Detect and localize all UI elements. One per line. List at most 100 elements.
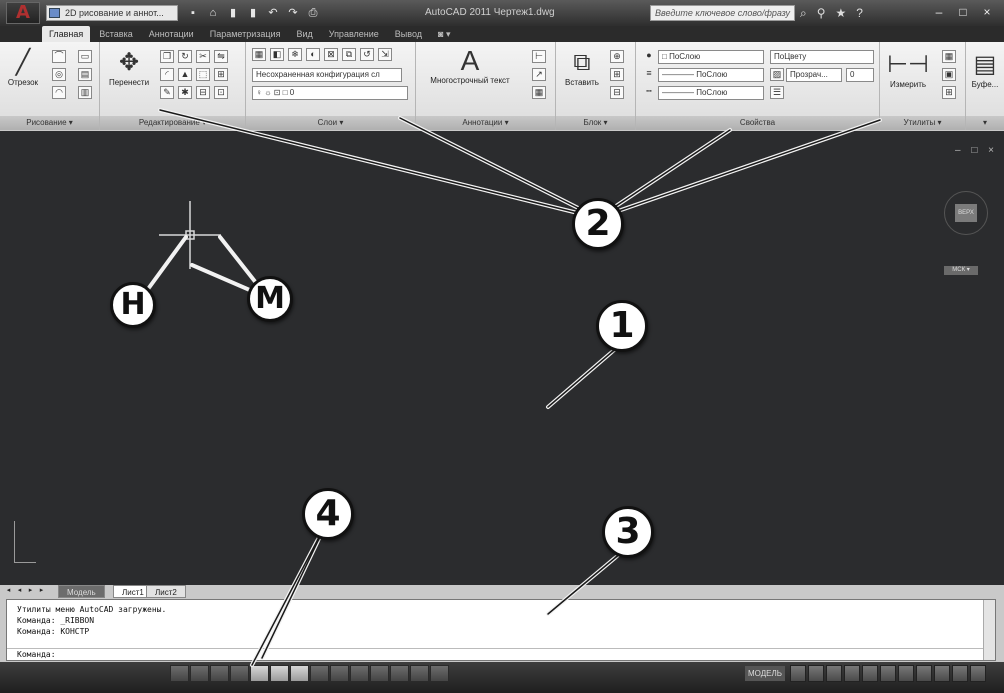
grid-toggle[interactable]	[210, 665, 229, 682]
polar-toggle[interactable]	[250, 665, 269, 682]
quick-view-layouts-icon[interactable]	[790, 665, 806, 682]
auto-scale-icon[interactable]	[862, 665, 878, 682]
match-properties-icon[interactable]: ●	[642, 50, 656, 63]
panel-clipboard-title[interactable]: ▾	[966, 116, 1004, 130]
id-point-icon[interactable]: ⊞	[942, 86, 956, 99]
clean-screen-icon[interactable]	[970, 665, 986, 682]
ucs-menu[interactable]: МСК ▾	[944, 266, 978, 275]
annotation-scale-icon[interactable]	[826, 665, 842, 682]
drawing-window-controls[interactable]: – □ ×	[955, 145, 998, 156]
offset-icon[interactable]: ⊟	[196, 86, 210, 99]
lineweight-select[interactable]: ———— ПоСлою	[658, 68, 764, 82]
hardware-acceleration-icon[interactable]	[916, 665, 932, 682]
extend-icon[interactable]: ⊡	[214, 86, 228, 99]
sc-toggle[interactable]	[430, 665, 449, 682]
tab-sheet2[interactable]: Лист2	[146, 585, 186, 598]
linetype-select[interactable]: ———— ПоСлою	[658, 86, 764, 100]
quick-select-icon[interactable]: ▦	[942, 50, 956, 63]
otrack-toggle[interactable]	[310, 665, 329, 682]
measure-button[interactable]: ⊢⊣ Измерить	[882, 50, 934, 89]
create-block-icon[interactable]: ⊕	[610, 50, 624, 63]
viewcube[interactable]: ВЕРХ	[944, 191, 988, 235]
fillet-icon[interactable]: ◜	[160, 68, 174, 81]
layer-previous-icon[interactable]: ↺	[360, 48, 374, 61]
command-prompt[interactable]: Команда:	[7, 648, 995, 660]
rectangle-icon[interactable]: ▭	[78, 50, 92, 63]
tab-annotate[interactable]: Аннотации	[142, 26, 201, 42]
workspace-switch-icon[interactable]	[880, 665, 896, 682]
erase-icon[interactable]: ✎	[160, 86, 174, 99]
plot-icon[interactable]: ⎙	[306, 6, 320, 20]
table-icon[interactable]: ▦	[532, 86, 546, 99]
infer-constraints-toggle[interactable]	[170, 665, 189, 682]
calculator-icon[interactable]: ▣	[942, 68, 956, 81]
move-button[interactable]: ✥ Перенести	[104, 48, 154, 87]
attribute-icon[interactable]: ⊟	[610, 86, 624, 99]
panel-draw-title[interactable]: Рисование ▾	[0, 116, 99, 130]
hatch-icon[interactable]: ▤	[78, 68, 92, 81]
status-menu-icon[interactable]	[952, 665, 968, 682]
array-icon[interactable]: ⊞	[214, 68, 228, 81]
layer-isolate-icon[interactable]: ◧	[270, 48, 284, 61]
stretch-icon[interactable]: ▲	[178, 68, 192, 81]
command-line[interactable]: Утилиты меню AutoCAD загружены. Команда:…	[6, 599, 996, 661]
open-icon[interactable]: ⌂	[206, 6, 220, 20]
color-select[interactable]: □ ПоСлою	[658, 50, 764, 64]
tab-parametric[interactable]: Параметризация	[203, 26, 288, 42]
edit-block-icon[interactable]: ⊞	[610, 68, 624, 81]
layer-lock-icon[interactable]: ⊠	[324, 48, 338, 61]
circle-icon[interactable]: ◎	[52, 68, 66, 81]
explode-icon[interactable]: ✱	[178, 86, 192, 99]
list-icon[interactable]: ☰	[770, 86, 784, 99]
rotate-icon[interactable]: ↻	[178, 50, 192, 63]
search-icon[interactable]: ⌕	[800, 4, 807, 22]
ortho-toggle[interactable]	[230, 665, 249, 682]
quick-view-drawings-icon[interactable]	[808, 665, 824, 682]
tpy-toggle[interactable]	[390, 665, 409, 682]
model-space-button[interactable]: МОДЕЛЬ	[745, 666, 785, 681]
multileader-icon[interactable]: ↗	[532, 68, 546, 81]
subscription-icon[interactable]: ⚲	[817, 4, 826, 22]
layer-freeze-icon[interactable]: ❄	[288, 48, 302, 61]
tab-home[interactable]: Главная	[42, 26, 91, 42]
new-icon[interactable]: ▪	[186, 6, 200, 20]
polyline-icon[interactable]: ⌒	[52, 50, 66, 63]
tab-view[interactable]: Вид	[289, 26, 319, 42]
transparency-value[interactable]: 0	[846, 68, 874, 82]
close-button[interactable]: ×	[976, 3, 998, 21]
paste-button[interactable]: ▤ Буфе...	[968, 50, 1002, 89]
panel-annotation-title[interactable]: Аннотации ▾	[416, 116, 555, 130]
layer-state-select[interactable]: Несохраненная конфигурация сл	[252, 68, 402, 82]
panel-modify-title[interactable]: Редактирование ▾	[100, 116, 245, 130]
drawing-area[interactable]: – □ × ВЕРХ МСК ▾	[0, 131, 1004, 585]
redo-icon[interactable]: ↷	[286, 6, 300, 20]
lwt-toggle[interactable]	[370, 665, 389, 682]
maximize-button[interactable]: □	[952, 3, 974, 21]
workspace-selector[interactable]: 2D рисование и аннот...	[46, 5, 178, 21]
tab-output[interactable]: Вывод	[388, 26, 429, 42]
command-scrollbar[interactable]	[983, 600, 995, 660]
region-icon[interactable]: ▥	[78, 86, 92, 99]
viewcube-face[interactable]: ВЕРХ	[955, 204, 977, 222]
undo-icon[interactable]: ↶	[266, 6, 280, 20]
3d-osnap-toggle[interactable]	[290, 665, 309, 682]
plot-style-select[interactable]: ПоЦвету	[770, 50, 874, 64]
next-tab-icon[interactable]: ▸	[26, 586, 35, 596]
scale-icon[interactable]: ⬚	[196, 68, 210, 81]
panel-layers-title[interactable]: Слои ▾	[246, 116, 415, 130]
search-input[interactable]: Введите ключевое слово/фразу	[650, 5, 795, 21]
snap-toggle[interactable]	[190, 665, 209, 682]
arc-icon[interactable]: ◠	[52, 86, 66, 99]
first-tab-icon[interactable]: ◂	[4, 586, 13, 596]
dimension-icon[interactable]: ⊢	[532, 50, 546, 63]
layer-walk-icon[interactable]: ⇲	[378, 48, 392, 61]
save-as-icon[interactable]: ▮	[246, 6, 260, 20]
isolate-objects-icon[interactable]	[934, 665, 950, 682]
save-icon[interactable]: ▮	[226, 6, 240, 20]
layer-off-icon[interactable]: ◐	[306, 48, 320, 61]
application-menu-button[interactable]: A	[6, 2, 40, 24]
prev-tab-icon[interactable]: ◂	[15, 586, 24, 596]
panel-block-title[interactable]: Блок ▾	[556, 116, 635, 130]
line-button[interactable]: ╱ Отрезок	[6, 48, 40, 87]
layer-match-icon[interactable]: ⧉	[342, 48, 356, 61]
